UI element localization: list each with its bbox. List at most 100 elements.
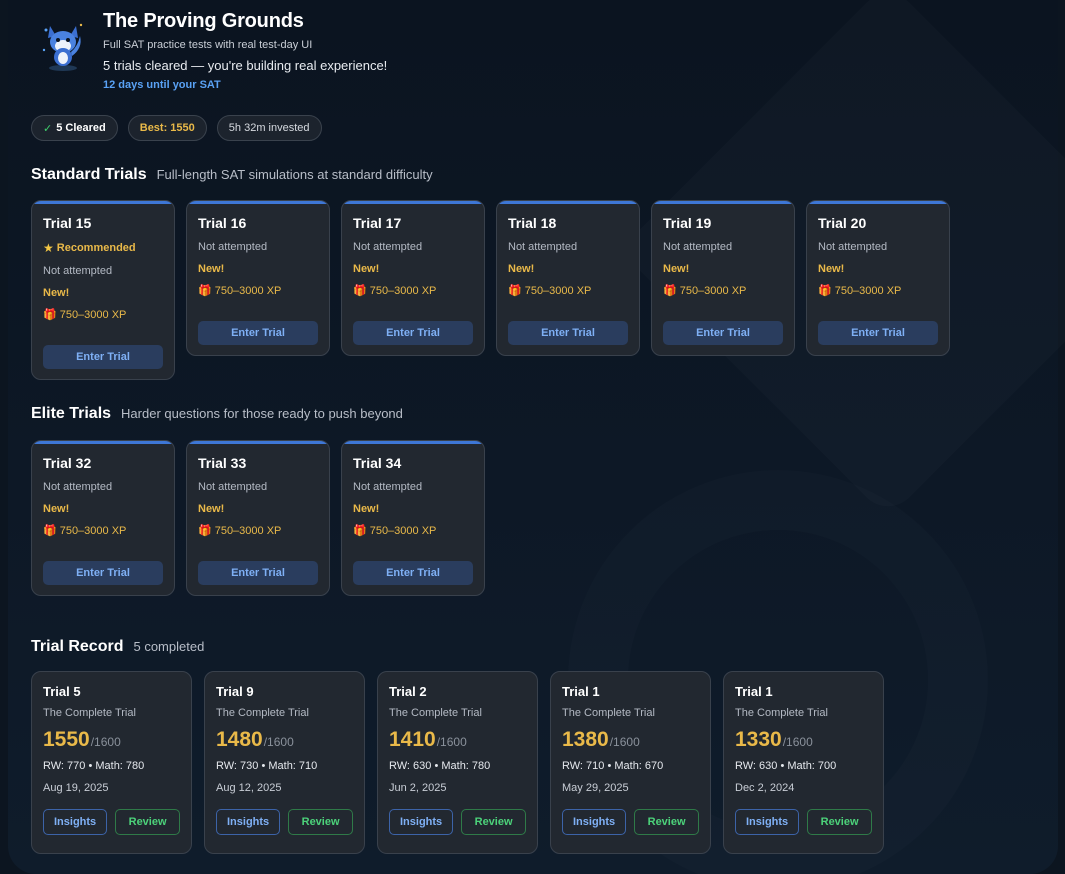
record-actions: Insights Review [43,809,180,835]
trial-name: Trial 32 [43,455,92,471]
gift-icon: 🎁 [508,285,522,297]
gift-icon: 🎁 [818,285,832,297]
enter-trial-button[interactable]: Enter Trial [353,321,473,345]
trial-name: Trial 20 [818,215,867,231]
trial-card: Trial 34 Not attempted New! 🎁 750–3000 XP Ent… [341,440,485,596]
enter-trial-button[interactable]: Enter Trial [508,321,628,345]
standard-trials-list: Trial 15 ★ Recommended Not attempted New! 🎁 75… [31,200,950,380]
new-badge: New! [198,263,225,275]
trial-status: Not attempted [353,481,423,493]
score-max: /1600 [436,735,467,749]
enter-trial-button[interactable]: Enter Trial [818,321,938,345]
trial-name: Trial 16 [198,215,247,231]
section-title: Trial Record [31,638,124,655]
review-button[interactable]: Review [288,809,353,835]
best-score-label: Best: 1550 [139,122,195,134]
record-trial-name: Trial 5 [43,684,81,699]
enter-trial-button[interactable]: Enter Trial [43,345,163,369]
insights-button[interactable]: Insights [562,809,627,835]
trial-status: Not attempted [818,241,888,253]
new-badge: New! [198,503,225,515]
section-subtitle: Full-length SAT simulations at standard … [156,167,433,182]
xp-reward: 🎁 750–3000 XP [353,524,473,538]
record-actions: Insights Review [735,809,872,835]
enter-trial-button[interactable]: Enter Trial [663,321,783,345]
sat-countdown: 12 days until your SAT [103,79,221,91]
section-subtitle: 5 completed [133,639,205,654]
enter-trial-button[interactable]: Enter Trial [43,561,163,585]
page-header: The Proving Grounds Full SAT practice te… [38,10,387,91]
xp-range: 750–3000 XP [214,284,282,297]
review-button[interactable]: Review [807,809,872,835]
section-title: Standard Trials [31,166,147,183]
record-date: Aug 19, 2025 [43,782,109,794]
record-card: Trial 5 The Complete Trial 1550/1600 RW: 77… [31,671,192,854]
trial-status: Not attempted [353,241,423,253]
gift-icon: 🎁 [663,285,677,297]
xp-reward: 🎁 750–3000 XP [818,284,938,298]
score-max: /1600 [782,735,813,749]
time-invested-label: 5h 32m invested [228,122,310,134]
record-test-name: The Complete Trial [562,707,655,719]
record-card: Trial 2 The Complete Trial 1410/1600 RW: 63… [377,671,538,854]
new-badge: New! [818,263,845,275]
review-button[interactable]: Review [461,809,526,835]
trial-card: Trial 20 Not attempted New! 🎁 750–3000 XP Ent… [806,200,950,356]
trial-card: Trial 17 Not attempted New! 🎁 750–3000 XP Ent… [341,200,485,356]
enter-trial-button[interactable]: Enter Trial [198,321,318,345]
xp-reward: 🎁 750–3000 XP [508,284,628,298]
record-date: May 29, 2025 [562,782,629,794]
xp-range: 750–3000 XP [59,524,127,537]
trial-status: Not attempted [198,241,268,253]
elite-trials-list: Trial 32 Not attempted New! 🎁 750–3000 XP Ent… [31,440,485,596]
header-text: The Proving Grounds Full SAT practice te… [103,10,387,91]
xp-reward: 🎁 750–3000 XP [663,284,783,298]
record-date: Jun 2, 2025 [389,782,447,794]
insights-button[interactable]: Insights [735,809,800,835]
score-line: 1410/1600 [389,728,526,752]
xp-reward: 🎁 750–3000 XP [198,284,318,298]
insights-button[interactable]: Insights [216,809,281,835]
new-badge: New! [353,263,380,275]
trial-status: Not attempted [43,265,113,277]
score-line: 1480/1600 [216,728,353,752]
section-title: Elite Trials [31,405,112,422]
check-icon: ✓ [43,122,53,135]
xp-range: 750–3000 XP [369,284,437,297]
record-actions: Insights Review [562,809,699,835]
enter-trial-button[interactable]: Enter Trial [353,561,473,585]
review-button[interactable]: Review [115,809,180,835]
trial-name: Trial 18 [508,215,557,231]
new-badge: New! [43,503,70,515]
trial-name: Trial 15 [43,215,92,231]
fox-mascot-icon [42,23,83,71]
record-date: Aug 12, 2025 [216,782,282,794]
elite-trials-heading: Elite Trials Harder questions for those … [31,405,403,423]
score-max: /1600 [609,735,640,749]
recommended-badge: ★ Recommended [43,241,163,255]
enter-trial-button[interactable]: Enter Trial [198,561,318,585]
trial-name: Trial 33 [198,455,247,471]
review-button[interactable]: Review [634,809,699,835]
gift-icon: 🎁 [353,285,367,297]
record-actions: Insights Review [389,809,526,835]
xp-range: 750–3000 XP [59,308,127,321]
trial-status: Not attempted [198,481,268,493]
insights-button[interactable]: Insights [43,809,108,835]
trial-record-list: Trial 5 The Complete Trial 1550/1600 RW: 77… [31,671,884,854]
score-line: 1380/1600 [562,728,699,752]
insights-button[interactable]: Insights [389,809,454,835]
record-test-name: The Complete Trial [735,707,828,719]
trial-name: Trial 19 [663,215,712,231]
new-badge: New! [508,263,535,275]
page-title: The Proving Grounds [103,10,304,32]
score-breakdown: RW: 730 • Math: 710 [216,760,318,772]
new-badge: New! [353,503,380,515]
gift-icon: 🎁 [353,525,367,537]
record-trial-name: Trial 9 [216,684,254,699]
trial-name: Trial 34 [353,455,402,471]
total-score: 1380 [562,728,609,751]
record-card: Trial 1 The Complete Trial 1330/1600 RW: 63… [723,671,884,854]
xp-reward: 🎁 750–3000 XP [353,284,473,298]
score-line: 1330/1600 [735,728,872,752]
